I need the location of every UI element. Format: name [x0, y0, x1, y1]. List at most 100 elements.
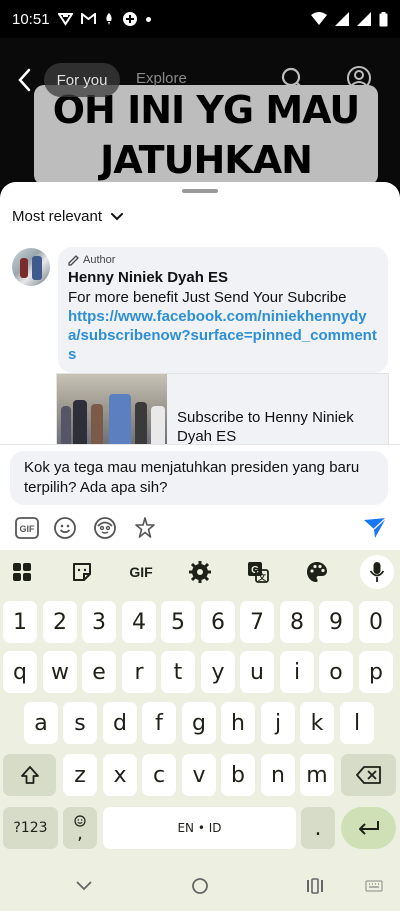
key-i[interactable]: i: [280, 651, 314, 693]
keyboard-toolbar: GIF G文: [0, 550, 400, 594]
key-8[interactable]: 8: [280, 601, 314, 643]
period-key[interactable]: .: [301, 807, 335, 849]
key-q[interactable]: q: [3, 651, 37, 693]
comments-sheet: Most relevant Author Henny Niniek Dyah E…: [0, 182, 400, 444]
key-l[interactable]: l: [340, 702, 374, 744]
nav-recents-icon[interactable]: [303, 876, 327, 896]
symbols-key[interactable]: ?123: [3, 807, 58, 849]
composer-toolbar: GIF: [14, 515, 390, 543]
key-4[interactable]: 4: [122, 601, 156, 643]
settings-gear-icon[interactable]: [186, 558, 214, 586]
enter-icon: [358, 821, 379, 835]
status-bar: 10:51: [0, 0, 400, 38]
key-v[interactable]: v: [182, 754, 216, 796]
key-d[interactable]: d: [103, 702, 137, 744]
key-0[interactable]: 0: [359, 601, 393, 643]
sparkle-sticker-icon[interactable]: [132, 515, 158, 541]
sticker-icon[interactable]: [68, 558, 96, 586]
key-z[interactable]: z: [63, 754, 97, 796]
key-s[interactable]: s: [63, 702, 97, 744]
wifi-icon: [311, 12, 327, 25]
key-p[interactable]: p: [359, 651, 393, 693]
key-c[interactable]: c: [142, 754, 176, 796]
key-b[interactable]: b: [221, 754, 255, 796]
signal-2-icon: [357, 12, 371, 26]
key-3[interactable]: 3: [82, 601, 116, 643]
key-g[interactable]: g: [182, 702, 216, 744]
keyboard-switch-icon[interactable]: [362, 876, 386, 896]
key-o[interactable]: o: [319, 651, 353, 693]
notification-icon: [105, 13, 112, 25]
vpn-icon: [57, 13, 73, 26]
comma-emoji-key[interactable]: ,: [63, 807, 97, 849]
backspace-icon: [355, 766, 381, 784]
keyboard-gif-button[interactable]: GIF: [126, 558, 156, 586]
key-9[interactable]: 9: [319, 601, 353, 643]
enter-key[interactable]: [341, 807, 396, 849]
chevron-down-icon: [111, 212, 124, 220]
palette-icon[interactable]: [303, 558, 331, 586]
key-2[interactable]: 2: [43, 601, 77, 643]
key-7[interactable]: 7: [240, 601, 274, 643]
key-r[interactable]: r: [122, 651, 156, 693]
video-background[interactable]: OH INI YG MAU JATUHKAN: [0, 38, 400, 188]
comma-label: ,: [77, 823, 83, 844]
key-u[interactable]: u: [240, 651, 274, 693]
back-arrow-icon[interactable]: [16, 66, 34, 94]
backspace-key[interactable]: [341, 754, 396, 796]
pencil-icon: [68, 254, 79, 266]
comment-link[interactable]: https://www.facebook.com/niniekhennydya/…: [68, 307, 378, 364]
gmail-icon: [80, 13, 96, 24]
comment-author-name[interactable]: Henny Niniek Dyah ES: [68, 269, 378, 286]
key-m[interactable]: m: [300, 754, 334, 796]
key-k[interactable]: k: [300, 702, 334, 744]
comment-composer: Kok ya tega mau menjatuhkan presiden yan…: [0, 444, 400, 550]
key-w[interactable]: w: [43, 651, 77, 693]
space-bar[interactable]: EN • ID: [103, 807, 296, 849]
author-tag-label: Author: [83, 254, 116, 266]
system-nav-bar: [0, 862, 400, 911]
key-x[interactable]: x: [103, 754, 137, 796]
avatar[interactable]: [12, 248, 50, 286]
nav-back-icon[interactable]: [72, 876, 96, 896]
author-tag: Author: [68, 253, 378, 267]
emoji-icon[interactable]: [52, 515, 78, 541]
sort-label: Most relevant: [12, 208, 103, 225]
translate-icon[interactable]: G文: [244, 558, 272, 586]
profile-icon[interactable]: [346, 65, 372, 91]
key-y[interactable]: y: [201, 651, 235, 693]
sort-dropdown[interactable]: Most relevant: [12, 208, 124, 225]
tab-for-you[interactable]: For you: [44, 63, 120, 97]
key-j[interactable]: j: [261, 702, 295, 744]
tab-explore[interactable]: Explore: [136, 70, 187, 87]
search-icon[interactable]: [280, 66, 306, 92]
gif-icon[interactable]: GIF: [14, 515, 40, 541]
apps-grid-icon[interactable]: [8, 558, 36, 586]
key-h[interactable]: h: [221, 702, 255, 744]
pinned-comment: Author Henny Niniek Dyah ES For more ben…: [58, 247, 388, 373]
nav-home-icon[interactable]: [188, 876, 212, 896]
mic-icon[interactable]: [360, 555, 394, 589]
clock: 10:51: [12, 10, 50, 28]
key-e[interactable]: e: [82, 651, 116, 693]
link-preview-card[interactable]: Subscribe to Henny Niniek Dyah ES: [56, 373, 389, 444]
key-n[interactable]: n: [261, 754, 295, 796]
shift-icon: [20, 766, 39, 784]
key-a[interactable]: a: [24, 702, 58, 744]
more-notifications-dot: [145, 16, 151, 22]
key-f[interactable]: f: [142, 702, 176, 744]
key-1[interactable]: 1: [3, 601, 37, 643]
key-5[interactable]: 5: [161, 601, 195, 643]
send-icon[interactable]: [362, 515, 388, 541]
link-thumbnail: [57, 374, 167, 444]
svg-text:GIF: GIF: [20, 524, 36, 534]
key-6[interactable]: 6: [201, 601, 235, 643]
sheet-drag-handle[interactable]: [182, 189, 218, 193]
video-top-nav: For you Explore: [0, 62, 400, 98]
avatar-sticker-icon[interactable]: [92, 515, 118, 541]
comment-text: For more benefit Just Send Your Subcribe: [68, 289, 347, 306]
shift-key[interactable]: [3, 754, 56, 796]
game-icon: [122, 12, 137, 26]
key-t[interactable]: t: [161, 651, 195, 693]
comment-input[interactable]: Kok ya tega mau menjatuhkan presiden yan…: [10, 451, 388, 505]
